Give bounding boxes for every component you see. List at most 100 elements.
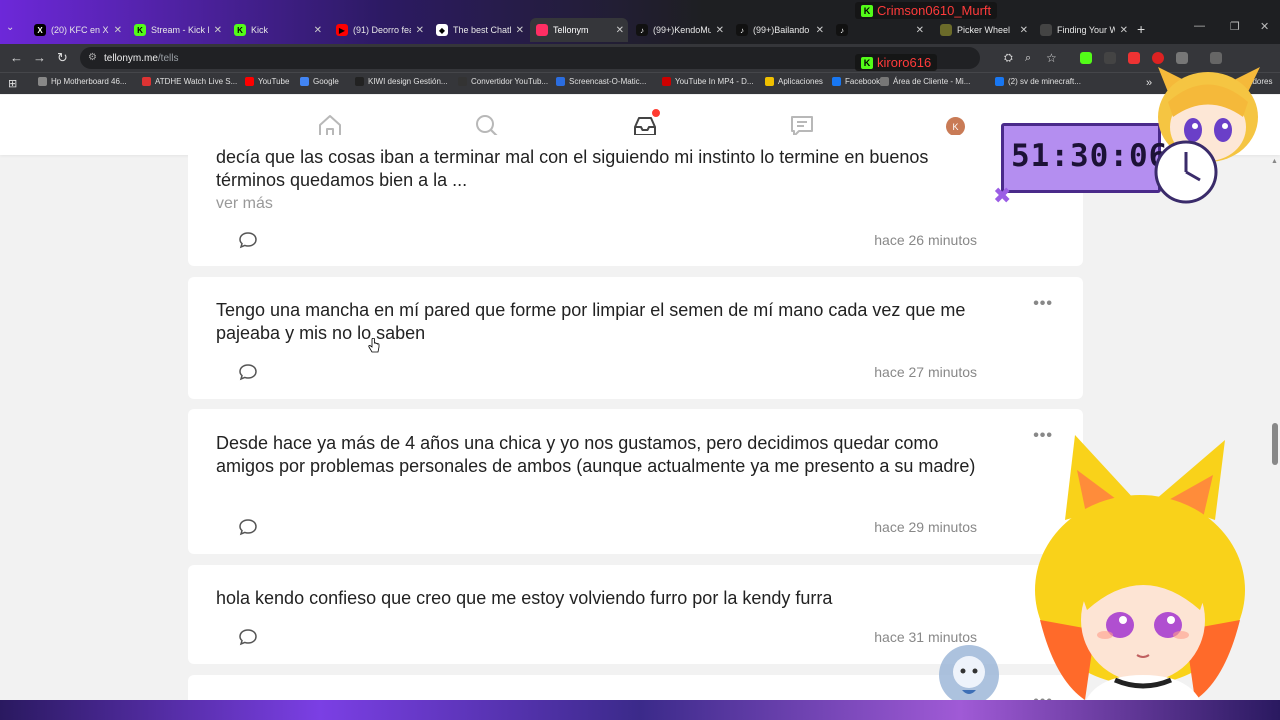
bookmark-item[interactable]: Convertidor YouTub... [458, 77, 548, 86]
tab-close-icon[interactable]: ✕ [816, 25, 824, 36]
bookmark-item[interactable]: Screencast-O-Matic... [556, 77, 646, 86]
tell-text: Tengo una mancha en mí pared que forme p… [216, 300, 966, 343]
bookmark-label: Hp Motherboard 46... [51, 77, 127, 86]
close-window-icon[interactable]: ✕ [1260, 20, 1269, 33]
tab-close-icon[interactable]: ✕ [716, 25, 724, 36]
tell-timestamp: hace 29 minutos [874, 519, 977, 535]
tab-close-icon[interactable]: ✕ [1120, 25, 1128, 36]
bookmark-item[interactable]: Google [300, 77, 339, 86]
browser-tab[interactable]: X (20) KFC en X ✕ [28, 18, 126, 42]
scroll-up-icon[interactable]: ▲ [1271, 158, 1278, 165]
tab-favicon-icon: ▶ [336, 24, 348, 36]
bookmark-favicon-icon [355, 77, 364, 86]
browser-tab[interactable]: ♪ ✕ [830, 18, 928, 42]
tab-title: The best ChatB [453, 25, 511, 35]
browser-tab[interactable]: ◆ The best ChatB ✕ [430, 18, 528, 42]
bookmark-label: Screencast-O-Matic... [569, 77, 647, 86]
browser-tab[interactable]: Tellonym ✕ [530, 18, 628, 42]
back-icon[interactable]: ← [10, 50, 23, 66]
tab-close-icon[interactable]: ✕ [314, 25, 322, 36]
bookmark-label: (2) sv de minecraft... [1008, 77, 1081, 86]
zoom-icon[interactable]: ⌕ [1025, 50, 1031, 66]
extension-red-icon[interactable] [1128, 52, 1140, 64]
browser-tab[interactable]: Finding Your W ✕ [1034, 18, 1132, 42]
tab-close-icon[interactable]: ✕ [1020, 25, 1028, 36]
tab-title: Finding Your W [1057, 25, 1115, 35]
tab-favicon-icon: K [234, 24, 246, 36]
bookmark-favicon-icon [880, 77, 889, 86]
extension-icon[interactable] [1104, 52, 1116, 64]
stream-frame-border [0, 700, 1280, 720]
bookmark-favicon-icon [38, 77, 47, 86]
translate-icon[interactable]: ⛭ [1004, 50, 1013, 66]
tell-text: decía que las cosas iban a terminar mal … [216, 147, 929, 190]
tab-close-icon[interactable]: ✕ [114, 25, 122, 36]
tab-close-icon[interactable]: ✕ [616, 25, 624, 36]
chat-message: K Crimson0610_Murft [855, 2, 998, 19]
read-more-link[interactable]: ver más [216, 195, 273, 213]
tab-close-icon[interactable]: ✕ [516, 25, 524, 36]
tab-title: Stream - Kick D [151, 25, 209, 35]
bookmark-favicon-icon [142, 77, 151, 86]
comment-icon[interactable] [238, 518, 258, 536]
bookmark-favicon-icon [458, 77, 467, 86]
bookmark-label: Convertidor YouTub... [471, 77, 549, 86]
tab-close-icon[interactable]: ✕ [416, 25, 424, 36]
bookmark-item[interactable]: YouTube In MP4 - D... [662, 77, 754, 86]
bookmark-item[interactable]: YouTube [245, 77, 289, 86]
bookmark-label: Área de Cliente - Mi... [893, 77, 971, 86]
browser-tab[interactable]: ▶ (91) Deorro fea ✕ [330, 18, 428, 42]
scrollbar-thumb[interactable] [1272, 423, 1278, 465]
bookmark-label: ATDHE Watch Live S... [155, 77, 238, 86]
reload-icon[interactable]: ↻ [57, 50, 68, 66]
bookmark-label: YouTube [258, 77, 290, 86]
bookmark-favicon-icon [765, 77, 774, 86]
comment-icon[interactable] [238, 628, 258, 646]
apps-grid-icon[interactable]: ⊞ [8, 77, 17, 90]
browser-tab[interactable]: Picker Wheel ✕ [934, 18, 1032, 42]
bookmark-item[interactable]: Facebook [832, 77, 880, 86]
hand-cursor-icon [368, 338, 380, 353]
new-tab-button[interactable]: + [1137, 21, 1145, 37]
browser-tab[interactable]: K Kick ✕ [228, 18, 326, 42]
bookmark-label: YouTube In MP4 - D... [675, 77, 754, 86]
browser-tab[interactable]: ♪ (99+)Bailando ✕ [730, 18, 828, 42]
browser-tab[interactable]: ♪ (99+)KendoMu ✕ [630, 18, 728, 42]
bookmark-favicon-icon [995, 77, 1004, 86]
bookmark-item[interactable]: (2) sv de minecraft... [995, 77, 1081, 86]
tab-favicon-icon: ◆ [436, 24, 448, 36]
url-host: tellonym.me [104, 52, 158, 64]
tab-search-icon[interactable]: ⌄ [6, 22, 14, 33]
tab-favicon-icon [1040, 24, 1052, 36]
browser-tab[interactable]: K Stream - Kick D ✕ [128, 18, 226, 42]
tab-title: (91) Deorro fea [353, 25, 411, 35]
tab-close-icon[interactable]: ✕ [214, 25, 222, 36]
bookmark-item[interactable]: Hp Motherboard 46... [38, 77, 127, 86]
bookmark-item[interactable]: ATDHE Watch Live S... [142, 77, 237, 86]
tab-favicon-icon: K [134, 24, 146, 36]
extension-kick-icon[interactable] [1080, 52, 1092, 64]
chat-username: Crimson0610_Murft [877, 3, 992, 18]
comment-icon[interactable] [238, 231, 258, 249]
notification-badge [651, 108, 661, 118]
tab-title: (99+)Bailando [753, 25, 810, 35]
bookmark-item[interactable]: Área de Cliente - Mi... [880, 77, 970, 86]
site-info-icon[interactable]: ⚙ [88, 52, 97, 63]
forward-icon[interactable]: → [33, 50, 46, 66]
chat-message: Kkiroro616 [855, 54, 938, 71]
bookmark-label: Aplicaciones [778, 77, 823, 86]
minimize-icon[interactable]: — [1194, 20, 1205, 32]
comment-icon[interactable] [238, 363, 258, 381]
maximize-icon[interactable]: ❐ [1230, 20, 1240, 33]
address-bar[interactable]: ⚙ tellonym.me/tells [80, 47, 980, 69]
more-options-icon[interactable]: ••• [1033, 295, 1053, 313]
tab-close-icon[interactable]: ✕ [916, 25, 924, 36]
bookmark-label: Facebook [845, 77, 881, 86]
bookmark-item[interactable]: Aplicaciones [765, 77, 823, 86]
bookmark-star-icon[interactable]: ☆ [1046, 50, 1057, 66]
tell-card: ••• Tengo una mancha en mí pared que for… [188, 277, 1083, 399]
tell-card: decía que las cosas iban a terminar mal … [188, 135, 1083, 266]
profile-avatar[interactable]: K [946, 117, 965, 136]
bookmark-item[interactable]: KIWI design Gestión... [355, 77, 448, 86]
tell-card: ••• Desde hace ya más de 4 años una chic… [188, 409, 1083, 554]
